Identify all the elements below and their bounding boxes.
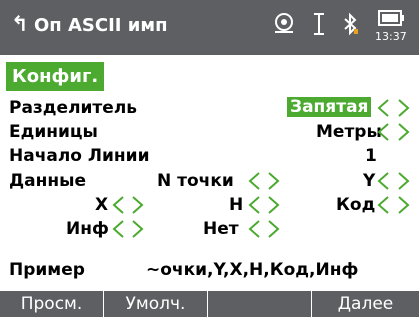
softkey-empty[interactable] <box>208 291 312 317</box>
delimiter-value[interactable]: Запятая <box>287 97 372 117</box>
x-prev-icon[interactable] <box>109 195 129 215</box>
cursor-icon <box>314 13 324 35</box>
field-h[interactable]: H <box>229 195 243 215</box>
tab-config[interactable]: Конфиг. <box>6 62 105 91</box>
clock: 13:37 <box>375 30 407 43</box>
info-next-icon[interactable] <box>127 219 147 239</box>
softkey-next[interactable]: Далее <box>312 291 419 317</box>
units-value[interactable]: Метры <box>316 122 382 142</box>
softkey-bar: Просм. Умолч. Далее <box>0 291 419 317</box>
h-next-icon[interactable] <box>263 195 283 215</box>
status-icons: 13:37 <box>259 6 419 46</box>
y-prev-icon[interactable] <box>374 171 394 191</box>
delimiter-next-icon[interactable] <box>393 98 413 118</box>
h-prev-icon[interactable] <box>245 195 265 215</box>
units-prev-icon[interactable] <box>374 122 394 142</box>
softkey-default[interactable]: Умолч. <box>104 291 208 317</box>
example-label: Пример <box>9 260 85 280</box>
data-label: Данные <box>9 171 87 191</box>
n-point-next-icon[interactable] <box>263 171 283 191</box>
field-none[interactable]: Нет <box>203 219 239 239</box>
line-start-value[interactable]: 1 <box>365 146 377 166</box>
field-x[interactable]: X <box>95 195 108 215</box>
units-next-icon[interactable] <box>393 122 413 142</box>
back-arrow-icon[interactable]: ↰ <box>11 12 29 36</box>
field-code[interactable]: Код <box>336 195 375 215</box>
line-start-label: Начало Линии <box>9 146 150 166</box>
code-prev-icon[interactable] <box>374 195 394 215</box>
none-prev-icon[interactable] <box>245 219 265 239</box>
example-value: ~очки,Y,X,H,Код,Инф <box>146 260 359 280</box>
bluetooth-icon <box>344 12 358 36</box>
n-point-prev-icon[interactable] <box>245 171 265 191</box>
softkey-view[interactable]: Просм. <box>0 291 104 317</box>
field-info[interactable]: Инф <box>66 219 109 239</box>
page-title: Оп ASCII имп <box>34 15 168 36</box>
sync-icon <box>275 13 293 33</box>
battery-icon <box>378 10 404 26</box>
code-next-icon[interactable] <box>393 195 413 215</box>
x-next-icon[interactable] <box>127 195 147 215</box>
field-n-point[interactable]: N точки <box>157 171 234 191</box>
title-bar: ↰ Оп ASCII имп 13:37 <box>0 0 419 55</box>
none-next-icon[interactable] <box>263 219 283 239</box>
delimiter-label: Разделитель <box>9 98 138 118</box>
info-prev-icon[interactable] <box>109 219 129 239</box>
y-next-icon[interactable] <box>393 171 413 191</box>
units-label: Единицы <box>9 122 98 142</box>
delimiter-prev-icon[interactable] <box>374 98 394 118</box>
